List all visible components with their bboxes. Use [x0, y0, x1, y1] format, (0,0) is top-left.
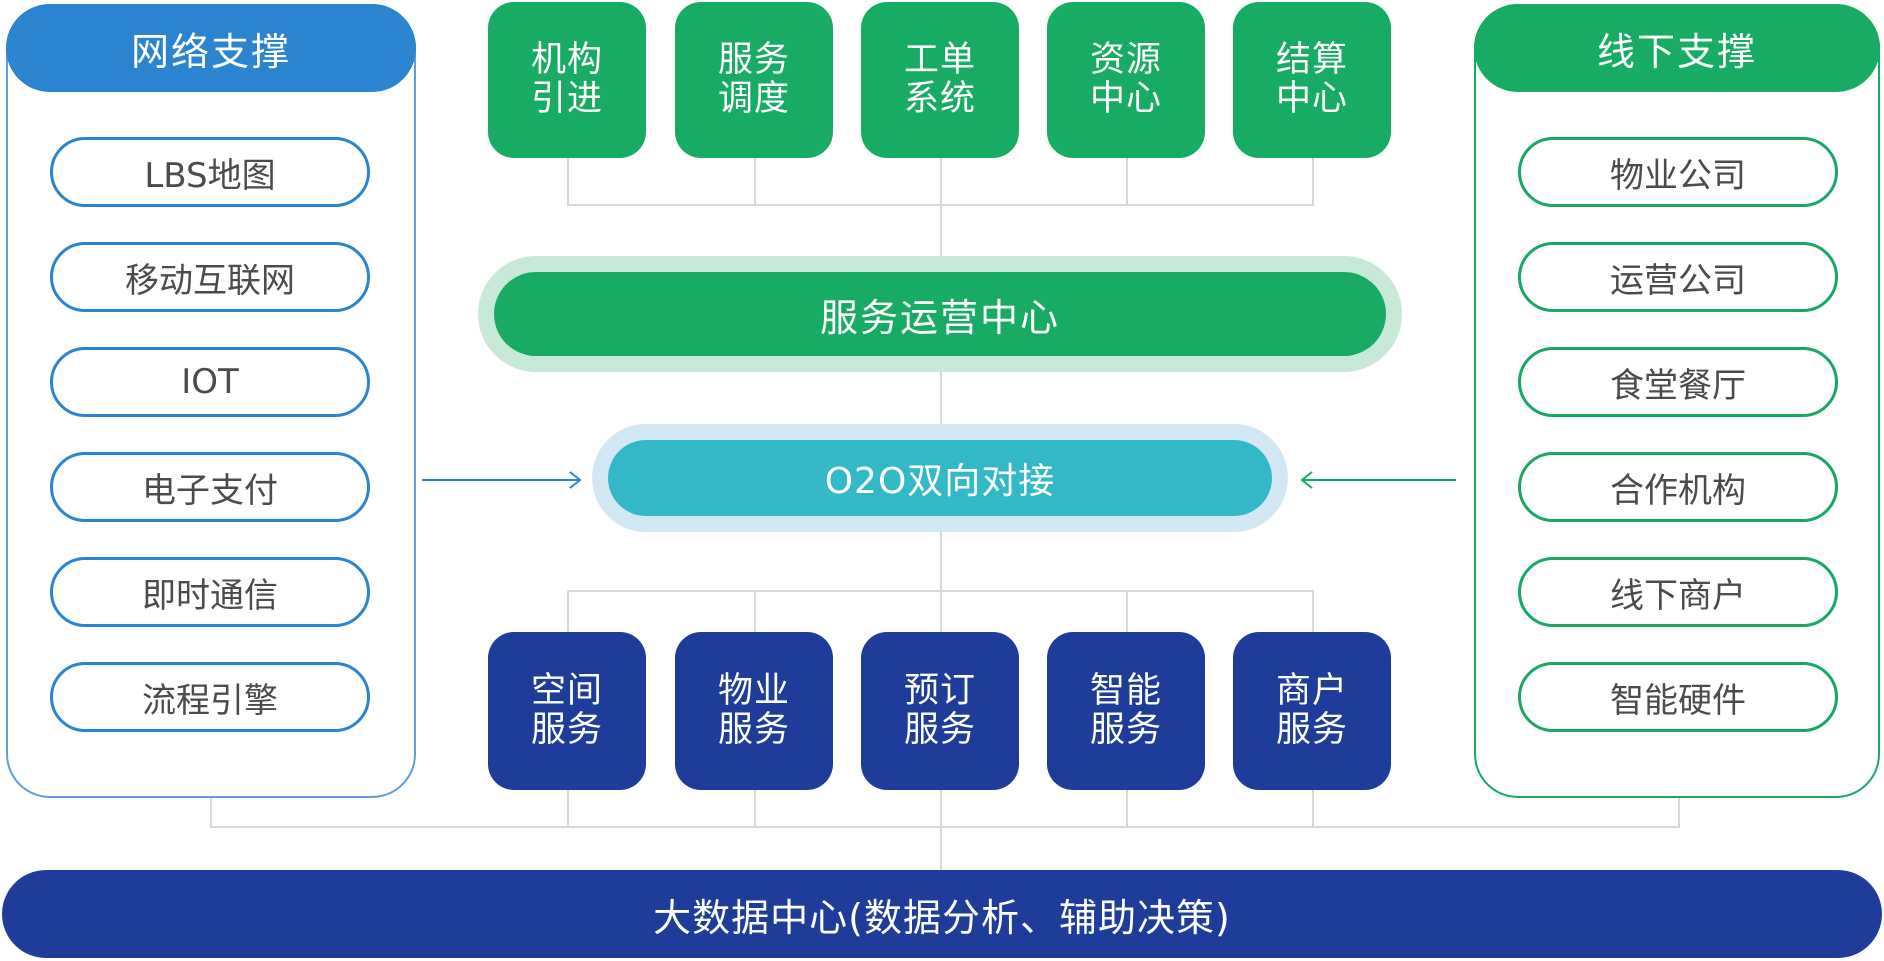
connector-low-v4 [1126, 790, 1128, 828]
tile-resource-center: 资源 中心 [1047, 2, 1205, 158]
tile-service-dispatch: 服务 调度 [675, 2, 833, 158]
connector-bottom-v2 [754, 590, 756, 633]
tile-label: 服务 [717, 39, 790, 80]
tile-label: 引进 [530, 79, 603, 119]
connector-bottom-v1 [567, 590, 569, 633]
tile-label: 系统 [903, 79, 976, 119]
tile-label: 服务 [903, 710, 976, 750]
right-item-partner: 合作机构 [1518, 452, 1838, 522]
o2o-connection: O2O双向对接 [608, 440, 1272, 516]
tile-label: 商户 [1275, 670, 1348, 711]
right-item-offline-merchant: 线下商户 [1518, 557, 1838, 627]
tile-label: 工单 [903, 39, 976, 80]
tile-label: 服务 [1089, 710, 1162, 750]
left-item-workflow-engine: 流程引擎 [50, 662, 370, 732]
tile-label: 智能 [1089, 670, 1162, 711]
tile-label: 中心 [1275, 79, 1348, 119]
tile-institution-intro: 机构 引进 [488, 2, 646, 158]
tile-label: 空间 [530, 670, 603, 711]
connector-spine-2 [940, 532, 942, 592]
tile-settlement-center: 结算 中心 [1233, 2, 1391, 158]
connector-top-h [567, 204, 1314, 206]
tile-label: 机构 [530, 39, 603, 80]
offline-support-header: 线下支撑 [1474, 4, 1880, 92]
connector-low-v5 [1312, 790, 1314, 828]
network-support-header: 网络支撑 [6, 4, 416, 92]
connector-low-v3 [940, 790, 942, 870]
tile-booking-service: 预订 服务 [861, 632, 1019, 790]
left-item-instant-messaging: 即时通信 [50, 557, 370, 627]
right-item-property-company: 物业公司 [1518, 137, 1838, 207]
right-item-smart-hardware: 智能硬件 [1518, 662, 1838, 732]
connector-bottom-v5 [1312, 590, 1314, 633]
tile-label: 预订 [903, 670, 976, 711]
left-item-e-payment: 电子支付 [50, 452, 370, 522]
tile-label: 资源 [1089, 39, 1162, 80]
connector-top-v5 [1312, 158, 1314, 206]
connector-top-v4 [1126, 158, 1128, 206]
connector-bottom-v3 [940, 590, 942, 633]
right-item-canteen: 食堂餐厅 [1518, 347, 1838, 417]
tile-smart-service: 智能 服务 [1047, 632, 1205, 790]
arrow-left-to-o2o-icon [422, 471, 582, 489]
tile-label: 物业 [717, 670, 790, 711]
right-item-operation-company: 运营公司 [1518, 242, 1838, 312]
left-item-iot: IOT [50, 347, 370, 417]
left-item-lbs-map: LBS地图 [50, 137, 370, 207]
arrow-right-to-o2o-icon [1300, 471, 1456, 489]
connector-top-v1 [567, 158, 569, 206]
tile-label: 服务 [530, 710, 603, 750]
connector-low-left [210, 796, 212, 828]
connector-low-v1 [567, 790, 569, 828]
connector-low-v2 [754, 790, 756, 828]
connector-spine-1 [940, 372, 942, 424]
tile-property-service: 物业 服务 [675, 632, 833, 790]
connector-bottom-v4 [1126, 590, 1128, 633]
tile-label: 调度 [717, 79, 790, 119]
connector-low-right [1678, 796, 1680, 828]
connector-low-h [210, 826, 1680, 828]
service-operation-center: 服务运营中心 [494, 272, 1386, 356]
tile-label: 中心 [1089, 79, 1162, 119]
left-item-mobile-internet: 移动互联网 [50, 242, 370, 312]
tile-label: 结算 [1275, 39, 1348, 80]
tile-space-service: 空间 服务 [488, 632, 646, 790]
big-data-center-bar: 大数据中心(数据分析、辅助决策) [2, 870, 1882, 958]
tile-work-order-system: 工单 系统 [861, 2, 1019, 158]
tile-label: 服务 [1275, 710, 1348, 750]
connector-top-v2 [754, 158, 756, 206]
tile-merchant-service: 商户 服务 [1233, 632, 1391, 790]
tile-label: 服务 [717, 710, 790, 750]
connector-top-v3 [940, 158, 942, 258]
